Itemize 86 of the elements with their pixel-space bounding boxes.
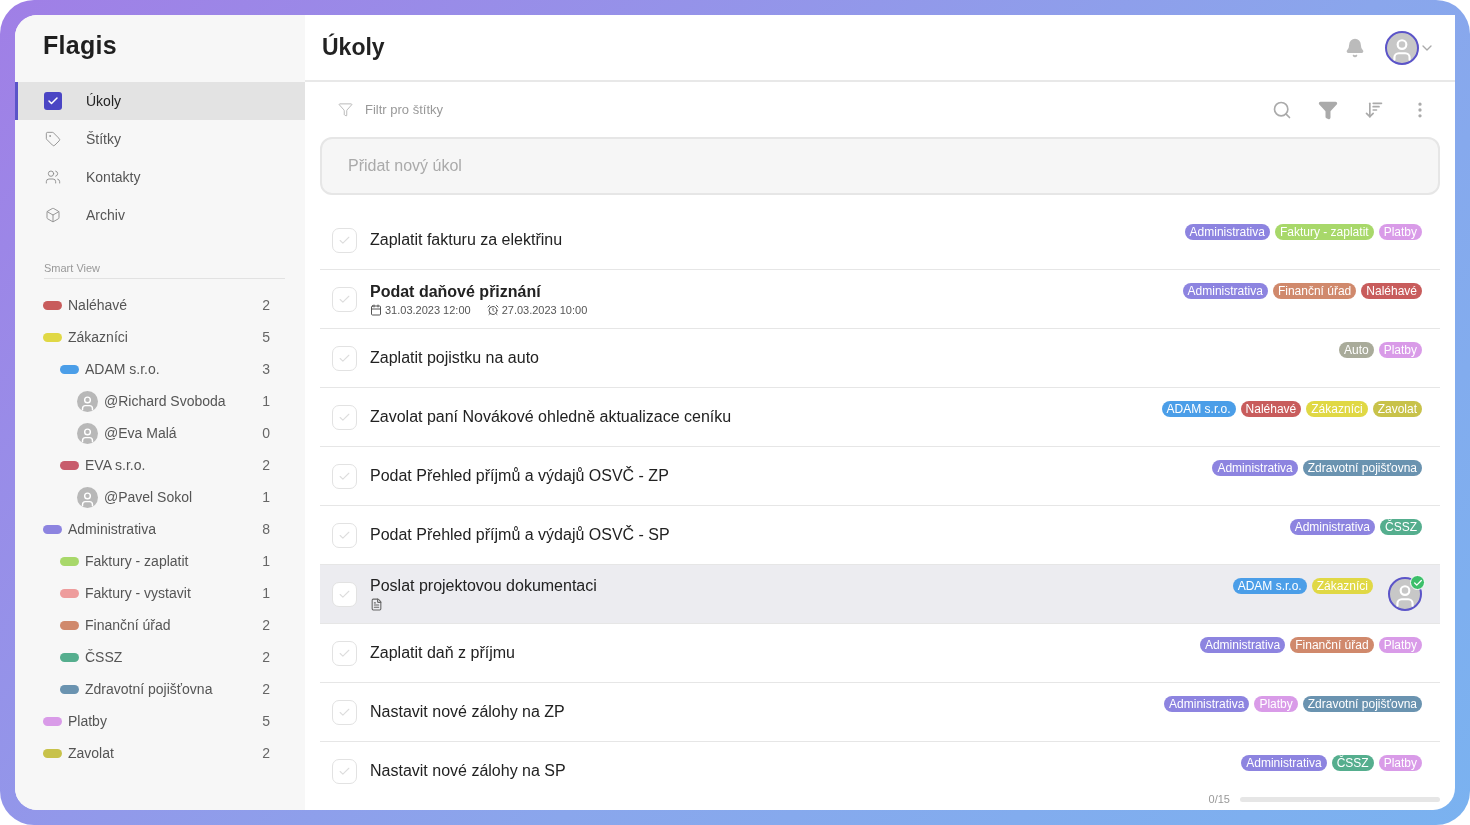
task-tag: Platby (1378, 342, 1422, 358)
task-tag: Zdravotní pojišťovna (1302, 696, 1422, 712)
filter-icon[interactable] (1318, 99, 1338, 120)
smart-view-item[interactable]: Zavolat 2 (15, 737, 305, 769)
task-tag: Platby (1378, 224, 1422, 240)
task-tag: ADAM s.r.o. (1161, 401, 1236, 417)
app-logo: Flagis (42, 30, 119, 61)
smart-view-item[interactable]: Finanční úřad 2 (15, 609, 305, 641)
page-title: Úkoly (322, 34, 386, 61)
smart-view-item[interactable]: @Richard Svoboda 1 (15, 385, 305, 417)
task-tag: Zdravotní pojišťovna (1302, 460, 1422, 476)
task-checkbox[interactable] (332, 640, 357, 666)
checkbox-icon (44, 92, 62, 110)
task-tag: Platby (1254, 696, 1298, 712)
smart-view-item[interactable]: Faktury - zaplatit 1 (15, 545, 305, 577)
task-title: Zaplatit daň z příjmu (370, 644, 516, 662)
new-task-field[interactable]: Přidat nový úkol (320, 137, 1440, 195)
task-title: Podat Přehled příjmů a výdajů OSVČ - SP (370, 526, 671, 544)
task-tag: ADAM s.r.o. (1232, 578, 1307, 594)
smart-view-item[interactable]: Administrativa 8 (15, 513, 305, 545)
alarm-clock-icon (486, 303, 499, 316)
task-tag: Administrativa (1289, 519, 1375, 535)
task-tag: Naléhavé (1240, 401, 1302, 417)
smart-view-item[interactable]: @Eva Malá 0 (15, 417, 305, 449)
task-tag: Auto (1338, 342, 1374, 358)
progress-count: 0/15 (1208, 793, 1230, 805)
task-checkbox[interactable] (332, 758, 357, 784)
task-checkbox[interactable] (332, 345, 357, 371)
task-tag: Administrativa (1199, 637, 1286, 653)
smart-view-item[interactable]: @Pavel Sokol 1 (15, 481, 305, 513)
search-icon[interactable] (1272, 99, 1292, 120)
task-title: Podat Přehled příjmů a výdajů OSVČ - ZP (370, 467, 670, 485)
task-row[interactable]: Poslat projektovou dokumentaci ADAM s.r.o. Zákazníci (320, 565, 1440, 624)
task-checkbox[interactable] (332, 404, 357, 430)
task-tag: Administrativa (1184, 224, 1270, 240)
user-avatar[interactable] (1385, 30, 1419, 65)
nav-item[interactable]: Kontakty (15, 158, 305, 196)
task-tag: Zavolat (1372, 401, 1422, 417)
smart-view-item[interactable]: Zdravotní pojišťovna 2 (15, 673, 305, 705)
task-tag: Finanční úřad (1290, 637, 1374, 653)
task-tag: Naléhavé (1361, 283, 1422, 299)
tag-icon (44, 130, 62, 148)
funnel-icon (338, 102, 353, 117)
task-title: Nastavit nové zálohy na ZP (370, 703, 566, 721)
smart-view-item[interactable]: Naléhavé 2 (15, 289, 305, 321)
tag-filter-field[interactable]: Filtr pro štítky (363, 101, 1246, 118)
task-tag: Faktury - zaplatit (1274, 224, 1374, 240)
nav-item[interactable]: Archiv (15, 196, 305, 234)
task-tag: Administrativa (1182, 283, 1268, 299)
task-tag: Platby (1378, 637, 1422, 653)
task-title: Zaplatit pojistku na auto (370, 349, 540, 367)
task-checkbox[interactable] (332, 463, 357, 489)
task-checkbox[interactable] (332, 699, 357, 725)
task-tag: Platby (1378, 755, 1422, 771)
task-title: Zavolat paní Novákové ohledně aktualizace ceníku (370, 408, 733, 426)
box-icon (44, 206, 62, 224)
task-title: Podat daňové přiznání (370, 282, 542, 301)
task-tag: ČSSZ (1331, 755, 1374, 771)
nav-item[interactable]: Úkoly (15, 82, 305, 120)
task-tag: Zákazníci (1311, 578, 1373, 594)
calendar-icon (370, 303, 382, 316)
task-tag: ČSSZ (1380, 519, 1422, 535)
task-checkbox[interactable] (332, 522, 357, 548)
smart-view-item[interactable]: Faktury - vystavit 1 (15, 577, 305, 609)
task-title: Nastavit nové zálohy na SP (370, 762, 567, 780)
reminder-date: 27.03.2023 10:00 (486, 303, 588, 316)
smart-view-item[interactable]: ADAM s.r.o. 3 (15, 353, 305, 385)
smart-view-item[interactable]: Platby 5 (15, 705, 305, 737)
task-tag: Finanční úřad (1272, 283, 1357, 299)
task-title: Poslat projektovou dokumentaci (370, 577, 598, 595)
task-checkbox[interactable] (332, 581, 357, 607)
task-tag: Administrativa (1241, 755, 1327, 771)
nav-item[interactable]: Štítky (15, 120, 305, 158)
task-tag: Administrativa (1164, 696, 1250, 712)
smart-view-item[interactable]: Zákazníci 5 (15, 321, 305, 353)
task-checkbox[interactable] (332, 286, 357, 312)
task-tag: Zákazníci (1306, 401, 1368, 417)
notification-bell-icon[interactable] (1345, 37, 1365, 58)
task-checkbox[interactable] (332, 227, 357, 253)
people-icon (44, 168, 62, 186)
task-tag: Administrativa (1212, 460, 1298, 476)
smart-view-item[interactable]: ČSSZ 2 (15, 641, 305, 673)
section-heading: Smart View (44, 262, 285, 279)
due-date: 31.03.2023 12:00 (370, 303, 471, 316)
task-title: Zaplatit fakturu za elektřinu (370, 231, 564, 249)
smart-view-item[interactable]: EVA s.r.o. 2 (15, 449, 305, 481)
